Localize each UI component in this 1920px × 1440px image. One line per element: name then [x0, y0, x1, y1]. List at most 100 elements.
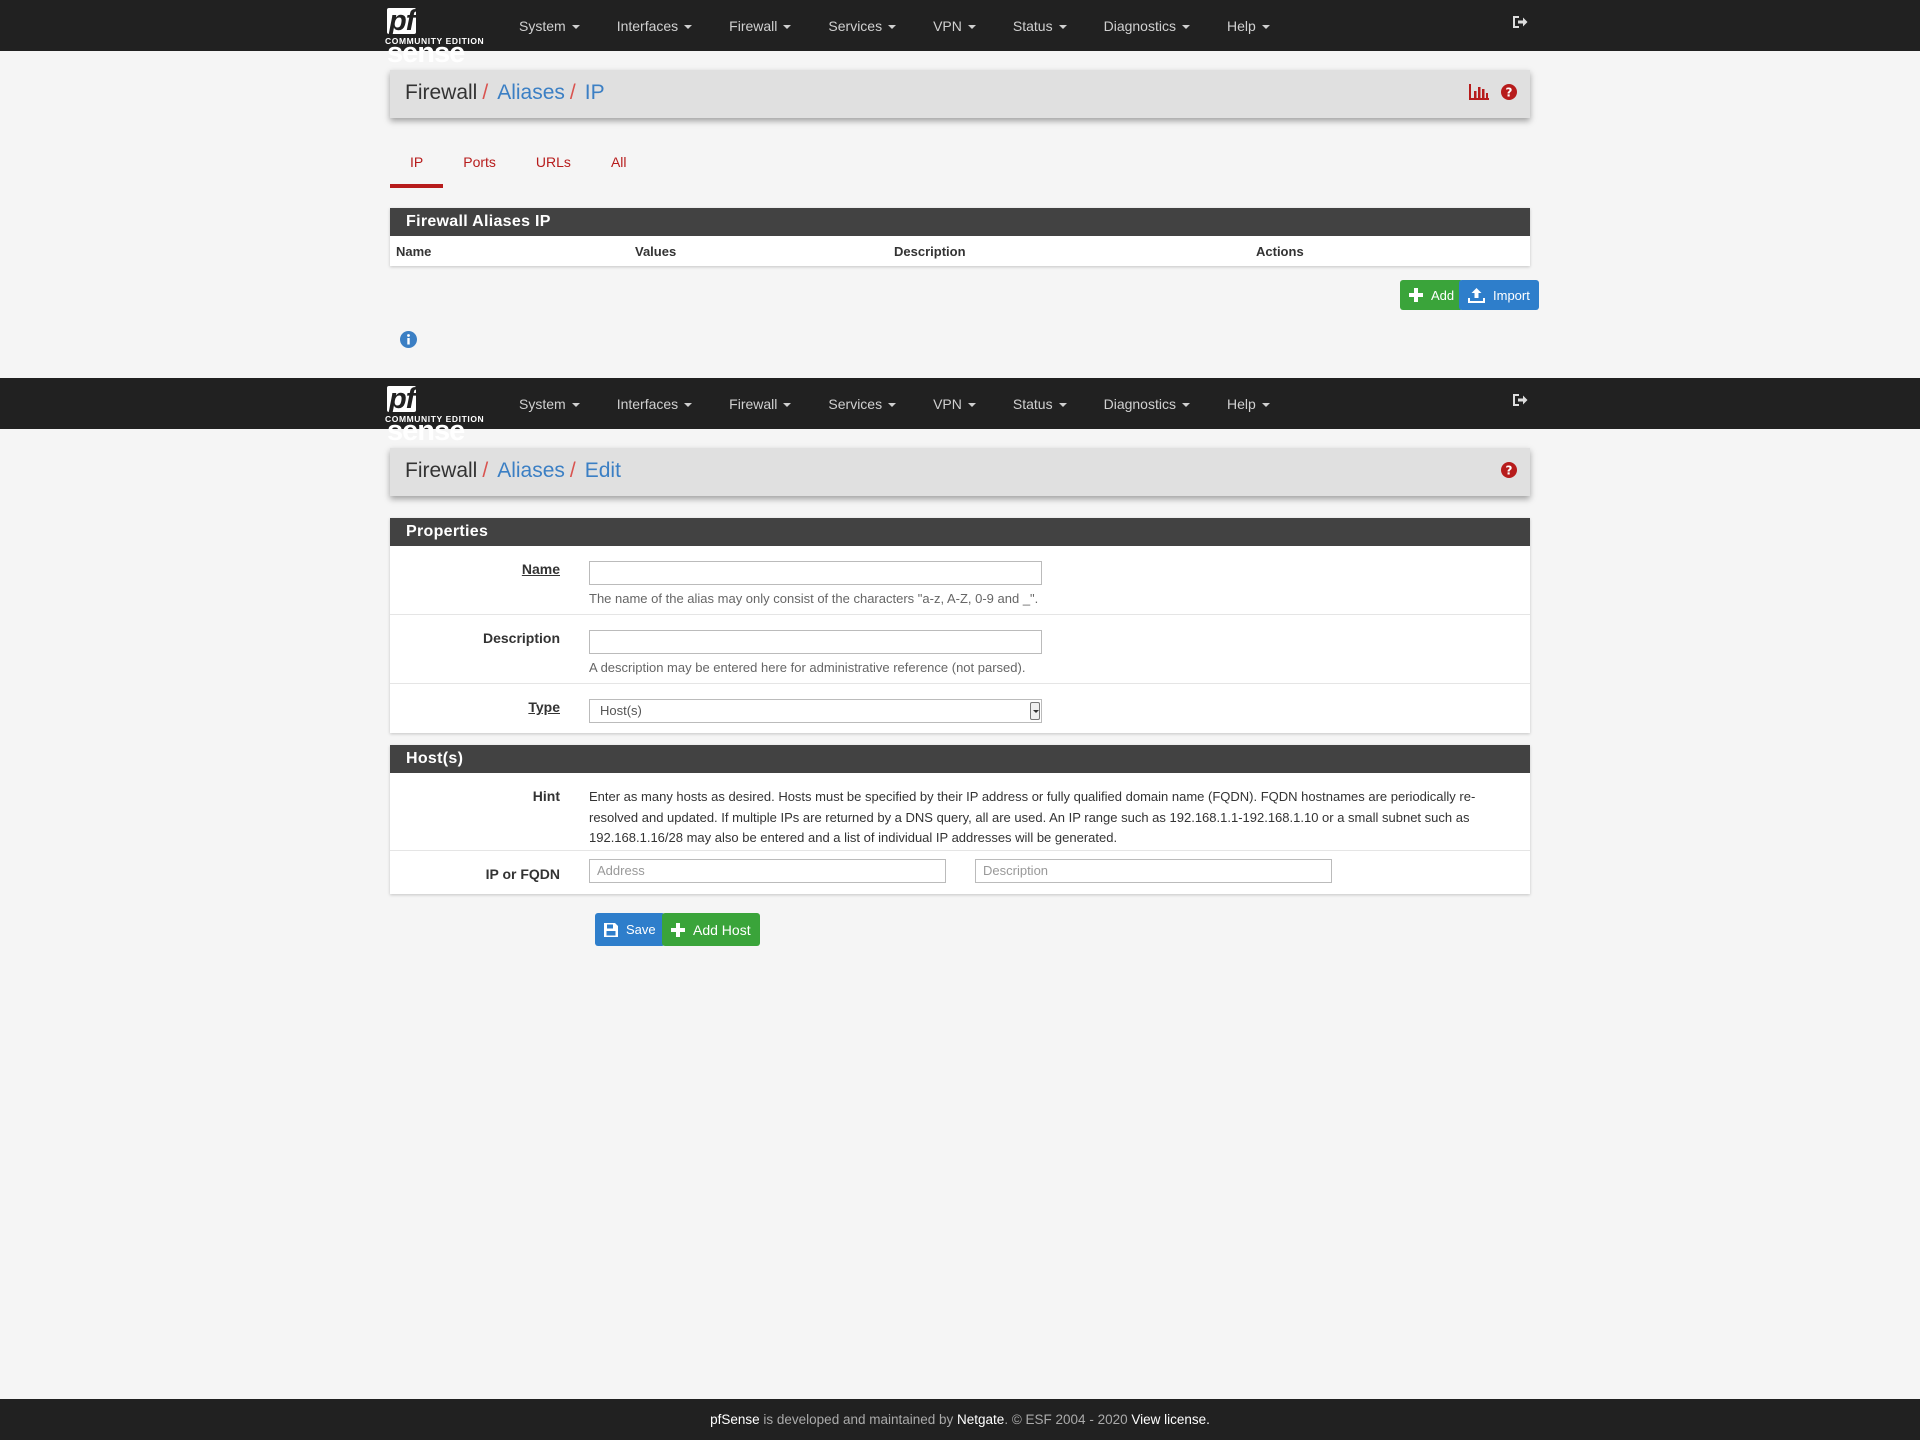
footer-brand: pfSense	[710, 1412, 760, 1427]
menu-vpn[interactable]: VPN	[933, 18, 976, 34]
menu-firewall[interactable]: Firewall	[729, 396, 792, 412]
caret-down-icon	[1181, 24, 1190, 29]
caret-down-icon	[1058, 402, 1067, 407]
menu-diagnostics[interactable]: Diagnostics	[1104, 18, 1190, 34]
type-selected-value: Host(s)	[600, 703, 642, 718]
column-values[interactable]: Values	[635, 244, 676, 259]
aliases-table-panel: Firewall Aliases IP Name Values Descript…	[390, 208, 1530, 266]
netgate-link[interactable]: Netgate	[957, 1412, 1004, 1427]
caret-down-icon	[888, 24, 897, 29]
hint-row: Hint Enter as many hosts as desired. Hos…	[390, 773, 1530, 851]
breadcrumb-separator: /	[482, 459, 489, 482]
question-circle-icon[interactable]: ?	[1501, 84, 1517, 105]
menu-status[interactable]: Status	[1013, 396, 1067, 412]
table-header: Name Values Description Actions	[390, 236, 1530, 266]
import-button[interactable]: Import	[1459, 280, 1539, 310]
menu-services[interactable]: Services	[828, 18, 897, 34]
sign-out-icon[interactable]	[1512, 392, 1530, 410]
logo-subtitle: COMMUNITY EDITION	[385, 414, 485, 424]
description-row: Description A description may be entered…	[390, 615, 1530, 684]
main-menu: System Interfaces Firewall Services VPN …	[519, 378, 1307, 429]
hosts-panel: Host(s) Hint Enter as many hosts as desi…	[390, 745, 1530, 894]
pfsense-logo[interactable]: pfsense COMMUNITY EDITION	[385, 5, 493, 70]
host-description-input[interactable]: Description	[975, 859, 1332, 883]
breadcrumb: Firewall / Aliases / IP	[405, 81, 605, 105]
svg-text:?: ?	[1506, 464, 1513, 478]
name-label: Name	[521, 561, 560, 577]
caret-down-icon	[783, 24, 792, 29]
sign-out-icon[interactable]	[1512, 14, 1530, 32]
panel-title: Host(s)	[390, 745, 1530, 773]
menu-firewall[interactable]: Firewall	[729, 18, 792, 34]
hint-label: Hint	[532, 788, 560, 804]
logo-pf: pf	[387, 383, 417, 415]
type-label: Type	[528, 699, 560, 715]
host-entry-row: IP or FQDN Address Description	[390, 851, 1530, 894]
ip-fqdn-label: IP or FQDN	[485, 866, 560, 882]
breadcrumb-edit-link[interactable]: Edit	[585, 459, 621, 482]
description-input[interactable]	[589, 630, 1042, 654]
description-help-text: A description may be entered here for ad…	[589, 660, 1026, 675]
breadcrumb-ip-link[interactable]: IP	[585, 81, 605, 104]
breadcrumb-separator: /	[482, 81, 489, 104]
breadcrumb-firewall: Firewall	[405, 459, 478, 482]
menu-system[interactable]: System	[519, 396, 580, 412]
upload-icon	[1468, 287, 1485, 303]
caret-down-icon	[571, 402, 580, 407]
breadcrumb-firewall: Firewall	[405, 81, 478, 104]
hint-text: Enter as many hosts as desired. Hosts mu…	[589, 789, 1476, 845]
breadcrumb-aliases-link[interactable]: Aliases	[497, 459, 565, 482]
breadcrumb-panel: Firewall / Aliases / Edit ?	[390, 448, 1530, 496]
caret-down-icon	[888, 402, 897, 407]
column-description[interactable]: Description	[894, 244, 966, 259]
name-help-text: The name of the alias may only consist o…	[589, 591, 1039, 606]
plus-icon	[671, 922, 685, 937]
tab-ports[interactable]: Ports	[443, 148, 516, 186]
pfsense-logo[interactable]: pfsense COMMUNITY EDITION	[385, 383, 493, 448]
save-button[interactable]: Save	[595, 913, 665, 946]
tab-urls[interactable]: URLs	[516, 148, 591, 186]
add-host-button[interactable]: Add Host	[662, 913, 760, 946]
caret-down-icon	[684, 402, 693, 407]
panel-title: Properties	[390, 518, 1530, 546]
tab-ip[interactable]: IP	[390, 148, 444, 188]
question-circle-icon[interactable]: ?	[1501, 462, 1517, 483]
top-navbar: pfsense COMMUNITY EDITION System Interfa…	[0, 0, 1920, 70]
breadcrumb-separator: /	[569, 81, 576, 104]
info-circle-icon[interactable]	[400, 331, 417, 353]
menu-services[interactable]: Services	[828, 396, 897, 412]
name-row: Name The name of the alias may only cons…	[390, 546, 1530, 615]
plus-icon	[1409, 288, 1423, 302]
floppy-disk-icon	[604, 922, 618, 937]
menu-system[interactable]: System	[519, 18, 580, 34]
name-input[interactable]	[589, 561, 1042, 585]
breadcrumb-panel: Firewall / Aliases / IP ?	[390, 70, 1530, 118]
type-row: Type Host(s)	[390, 684, 1530, 733]
menu-status[interactable]: Status	[1013, 18, 1067, 34]
view-license-link[interactable]: View license.	[1131, 1412, 1210, 1427]
add-button[interactable]: Add	[1400, 280, 1464, 310]
alias-tabs: IP Ports URLs All	[390, 148, 647, 188]
menu-vpn[interactable]: VPN	[933, 396, 976, 412]
breadcrumb: Firewall / Aliases / Edit	[405, 459, 621, 483]
menu-help[interactable]: Help	[1227, 396, 1270, 412]
svg-text:?: ?	[1506, 86, 1513, 100]
caret-down-icon	[1181, 402, 1190, 407]
column-name[interactable]: Name	[396, 244, 431, 259]
menu-interfaces[interactable]: Interfaces	[617, 396, 693, 412]
caret-down-icon	[967, 24, 976, 29]
tab-all[interactable]: All	[591, 148, 647, 186]
address-input[interactable]: Address	[589, 859, 946, 883]
top-navbar: pfsense COMMUNITY EDITION System Interfa…	[0, 378, 1920, 448]
main-menu: System Interfaces Firewall Services VPN …	[519, 0, 1307, 51]
menu-help[interactable]: Help	[1227, 18, 1270, 34]
menu-interfaces[interactable]: Interfaces	[617, 18, 693, 34]
menu-diagnostics[interactable]: Diagnostics	[1104, 396, 1190, 412]
column-actions: Actions	[1256, 244, 1304, 259]
type-select[interactable]: Host(s)	[589, 699, 1042, 723]
caret-down-icon	[783, 402, 792, 407]
bar-chart-icon[interactable]	[1469, 84, 1489, 105]
breadcrumb-aliases-link[interactable]: Aliases	[497, 81, 565, 104]
caret-down-icon	[1261, 24, 1270, 29]
footer: pfSense is developed and maintained by N…	[0, 1399, 1920, 1440]
